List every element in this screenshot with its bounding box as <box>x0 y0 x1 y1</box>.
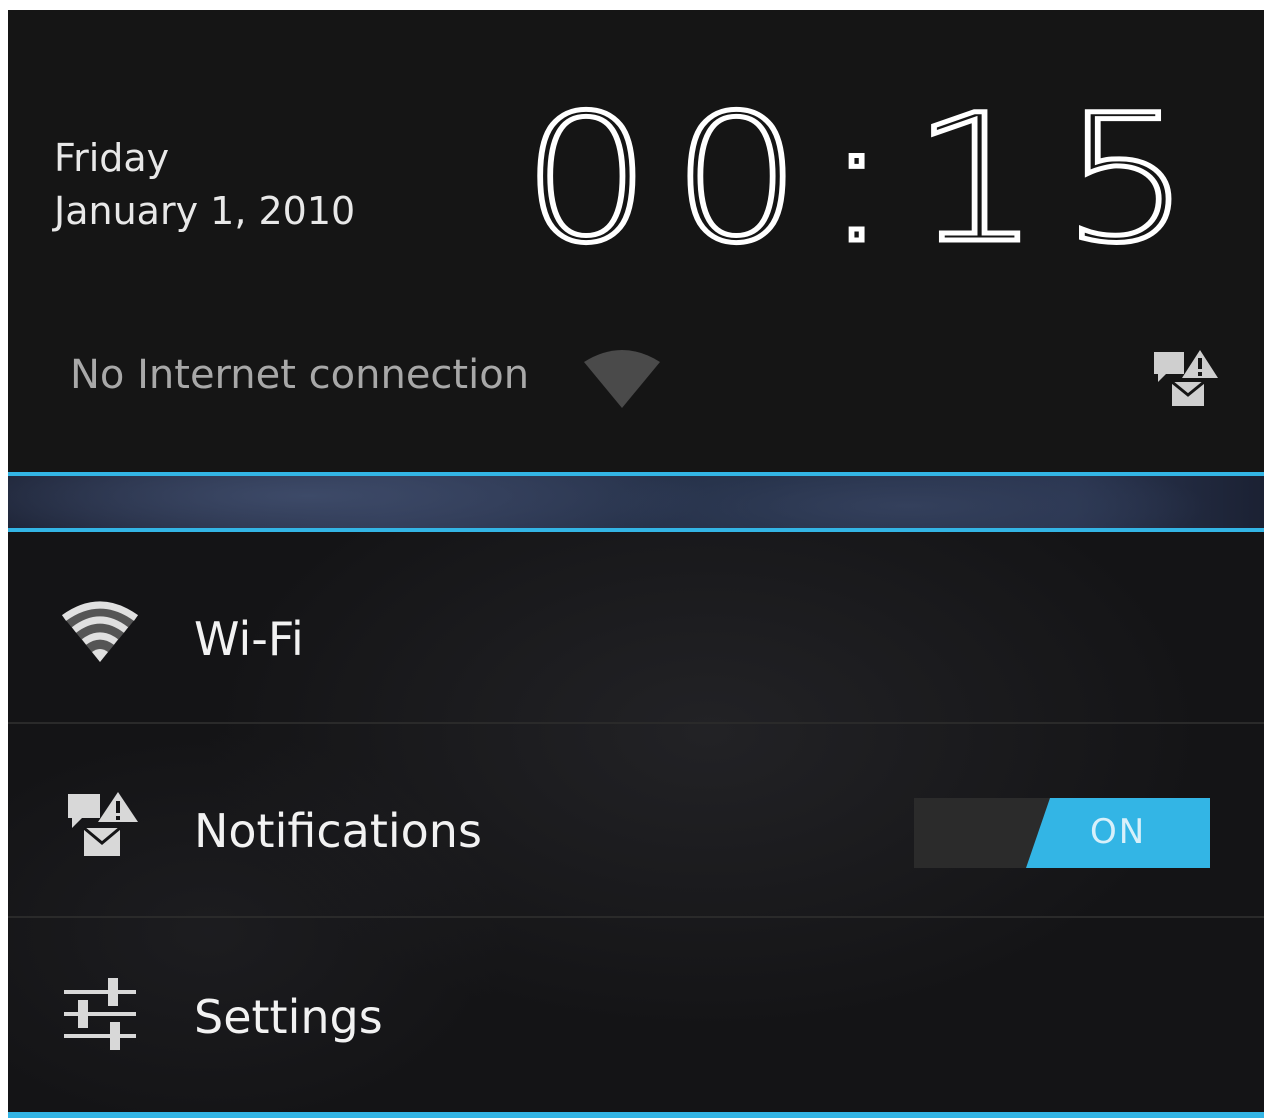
date-label: January 1, 2010 <box>54 189 356 233</box>
wifi-icon <box>61 601 139 662</box>
notifications-label: Notifications <box>194 804 482 858</box>
wifi-row[interactable]: Wi-Fi <box>8 532 1264 724</box>
quick-settings-list: Wi-Fi Notifications ON Settings <box>8 532 1264 1112</box>
wifi-label: Wi-Fi <box>194 612 304 666</box>
bottom-accent-line <box>8 1112 1264 1118</box>
settings-row[interactable]: Settings <box>8 920 1264 1112</box>
notifications-row[interactable]: Notifications ON <box>8 726 1264 918</box>
notification-shade: Friday January 1, 2010 00:15 No Internet… <box>8 10 1264 1118</box>
wifi-off-icon <box>584 350 660 408</box>
day-label: Friday <box>54 136 170 180</box>
connection-status: No Internet connection <box>70 352 530 398</box>
wallpaper-strip <box>8 472 1264 532</box>
notifications-icon[interactable] <box>1148 346 1220 412</box>
toggle-state: ON <box>1090 812 1147 852</box>
status-header: Friday January 1, 2010 00:15 No Internet… <box>8 10 1264 472</box>
settings-label: Settings <box>194 990 383 1044</box>
date-display: Friday January 1, 2010 <box>54 132 355 238</box>
clock: 00:15 <box>522 80 1212 250</box>
notifications-toggle[interactable]: ON <box>914 798 1210 868</box>
notifications-icon <box>68 792 138 856</box>
clock-time: 00:15 <box>522 80 1212 250</box>
settings-sliders-icon <box>64 978 136 1050</box>
